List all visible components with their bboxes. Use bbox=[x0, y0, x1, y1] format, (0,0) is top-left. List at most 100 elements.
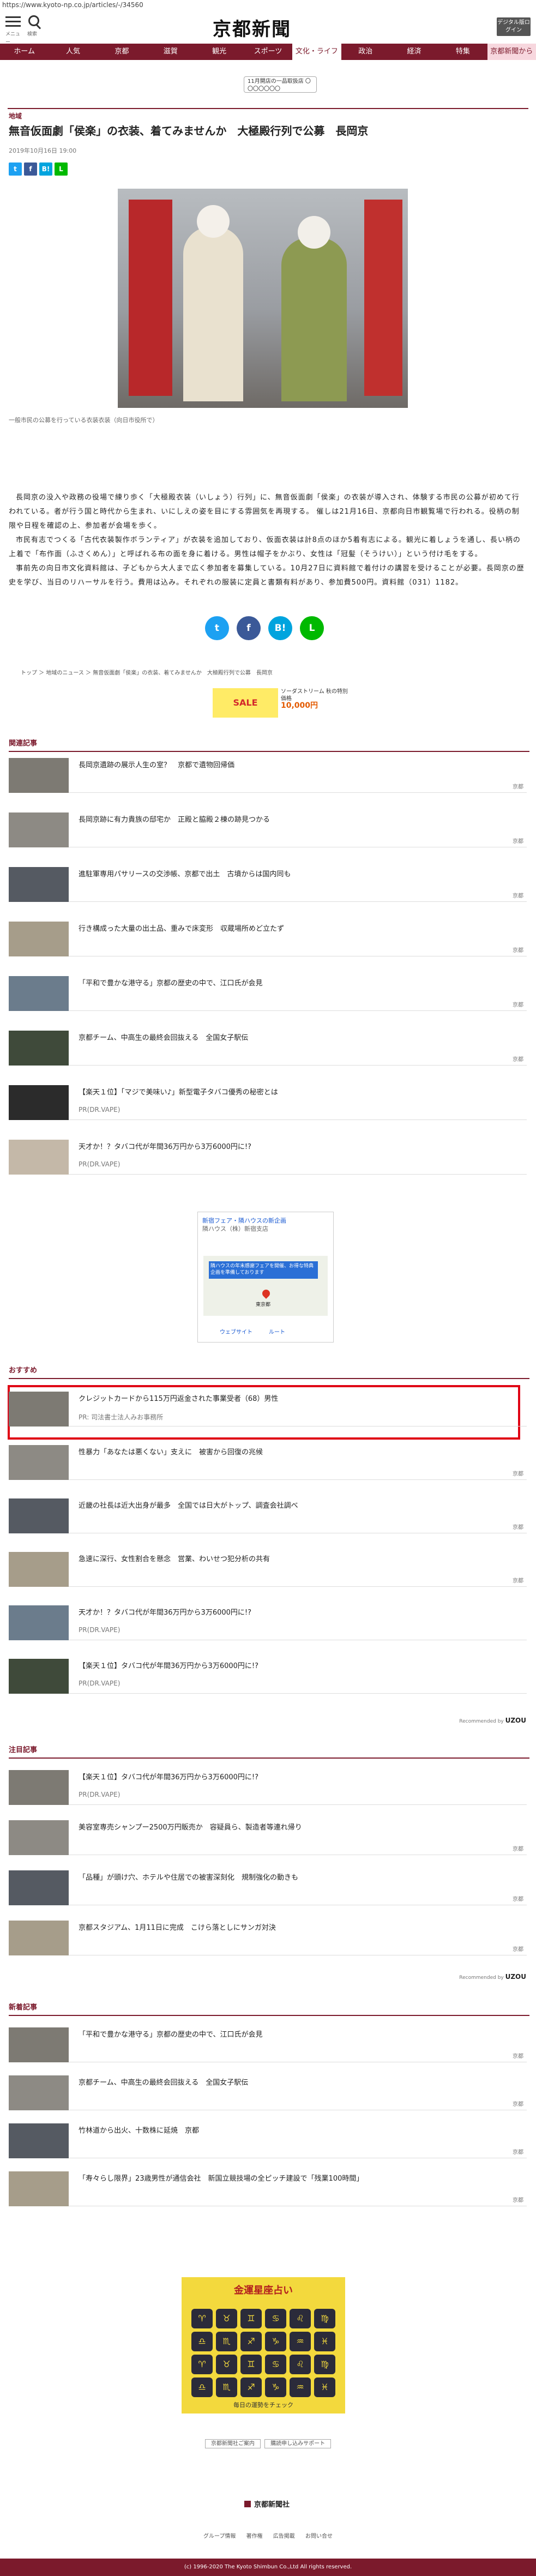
facebook-share-icon[interactable]: f bbox=[237, 616, 261, 640]
list-item[interactable]: 「平和で豊かな港守る」京都の歴史の中で、江口氏が会見 京都 bbox=[9, 973, 527, 1011]
article-category[interactable]: 地域 bbox=[9, 111, 22, 121]
zodiac-icon: ♉ bbox=[216, 2355, 237, 2374]
thumbnail bbox=[9, 1605, 69, 1640]
list-item[interactable]: 長岡京遺跡の展示人生の室？ 京都で遺物回帰価 京都 bbox=[9, 755, 527, 793]
thumbnail bbox=[9, 1820, 69, 1855]
list-item[interactable]: 京都チーム、中高生の最終会回抜える 全国女子駅伝 京都 bbox=[9, 1027, 527, 1066]
list-item-title: 竹林道から出火、十数株に延焼 京都 bbox=[79, 2127, 200, 2135]
ad-strip[interactable]: SALE ソーダストリーム 秋の特別価格 10,000円 bbox=[213, 688, 349, 718]
footer-link-about[interactable]: 京都新聞社ご案内 bbox=[204, 2439, 261, 2448]
thumbnail bbox=[9, 1552, 69, 1587]
footer-logo[interactable]: 京都新聞社 bbox=[244, 2499, 290, 2509]
list-item-title: 【楽天１位】タバコ代が年間36万円から3万6000円に!? bbox=[79, 1773, 259, 1781]
zodiac-icon: ♈ bbox=[191, 2355, 213, 2374]
list-item-source: 京都 bbox=[513, 2054, 523, 2060]
list-item[interactable]: 近畿の社長は近大出身が最多 全国では日大がトップ、調査会社調べ 京都 bbox=[9, 1495, 527, 1533]
zodiac-icon: ♒ bbox=[290, 2378, 311, 2397]
hatena-share-icon[interactable]: B! bbox=[268, 616, 292, 640]
list-item-title: 【楽天１位】タバコ代が年間36万円から3万6000円に!? bbox=[79, 1662, 259, 1670]
copyright: (c) 1996-2020 The Kyoto Shimbun Co.,Ltd … bbox=[0, 2559, 536, 2576]
nav-item[interactable]: 文化・ライフ bbox=[292, 44, 341, 60]
thumbnail bbox=[9, 1498, 69, 1533]
list-item-title: 美容室専売シャンプー2500万円販売か 容疑員ら、製造者等連れ帰り bbox=[79, 1823, 302, 1832]
list-item[interactable]: 「寿々らし限界」23歳男性が通信会社 新国立競技場の全ピッチ建設で「残業100時… bbox=[9, 2168, 527, 2206]
twitter-share-icon[interactable]: t bbox=[205, 616, 229, 640]
site-logo[interactable]: 京都新聞 bbox=[213, 14, 291, 41]
zodiac-icon: ♓ bbox=[314, 2378, 335, 2397]
map-ad-title: 新宿フェア・隣ハウスの新企画 bbox=[202, 1217, 286, 1224]
route-button[interactable]: ルート bbox=[269, 1327, 285, 1335]
list-item[interactable]: 天才か！？タバコ代が年間36万円から3万6000円に!? PR(DR.VAPE) bbox=[9, 1602, 527, 1640]
share-bar-large: t f B! L bbox=[205, 616, 324, 640]
nav-item[interactable]: 人気 bbox=[49, 44, 97, 60]
banner-ad[interactable]: 11月開店の一品取扱店 〇〇〇〇〇〇〇 bbox=[244, 76, 317, 93]
list-item-title: 京都チーム、中高生の最終会回抜える 全国女子駅伝 bbox=[79, 1034, 249, 1042]
list-item[interactable]: 急速に深行、女性割合を懸念 営業、わいせつ犯分析の共有 京都 bbox=[9, 1549, 527, 1587]
list-item[interactable]: 行き構成った大量の出土品、重みで床変形 収蔵場所めど立たず 京都 bbox=[9, 918, 527, 956]
photo-banner-right bbox=[364, 200, 402, 396]
list-item[interactable]: 竹林道から出火、十数株に延焼 京都京都 bbox=[9, 2120, 527, 2158]
list-item[interactable]: 「平和で豊かな港守る」京都の歴史の中で、江口氏が会見 京都 bbox=[9, 2024, 527, 2062]
site-header: メニュー 検索 京都新聞 デジタル版ログイン bbox=[0, 12, 536, 46]
list-item-source: 京都 bbox=[513, 1471, 523, 1477]
nav-item[interactable]: ホーム bbox=[0, 44, 49, 60]
list-item-title: 行き構成った大量の出土品、重みで床変形 収蔵場所めど立たず bbox=[79, 925, 285, 933]
list-item-source: 京都 bbox=[513, 784, 523, 790]
menu-button[interactable]: メニュー bbox=[5, 16, 21, 46]
nav-item[interactable]: 特集 bbox=[438, 44, 487, 60]
thumbnail bbox=[9, 1392, 69, 1427]
nav-item[interactable]: 京都 bbox=[98, 44, 146, 60]
map-view[interactable]: 隣ハウスの年末感謝フェアを開催、お得な特典企画を準備しております 東京都 bbox=[203, 1256, 328, 1316]
list-item[interactable]: 天才か！？タバコ代が年間36万円から3万6000円に!? PR(DR.VAPE) bbox=[9, 1136, 527, 1175]
footer-nav-item[interactable]: 著作権 bbox=[246, 2533, 263, 2539]
nav-item[interactable]: 観光 bbox=[195, 44, 243, 60]
menu-icon-bar bbox=[5, 21, 21, 22]
list-item-source: 京都 bbox=[513, 893, 523, 899]
search-icon[interactable] bbox=[28, 15, 39, 26]
list-item-title: 近畿の社長は近大出身が最多 全国では日大がトップ、調査会社調べ bbox=[79, 1502, 298, 1510]
facebook-icon[interactable]: f bbox=[24, 162, 37, 176]
article-paragraph: 長岡京の没入や政務の役場で練り歩く「大極殿衣装（いしょう）行列」に、無音仮面劇「… bbox=[9, 493, 520, 530]
list-item[interactable]: 「品種」が頭け穴、ホテルや住居での被害深刻化 規制強化の動きも 京都 bbox=[9, 1867, 527, 1905]
edition-login-button[interactable]: デジタル版ログイン bbox=[497, 17, 531, 36]
thumbnail bbox=[9, 1770, 69, 1805]
list-item[interactable]: 性暴力「あなたは悪くない」支えに 被害から回復の兆候 京都 bbox=[9, 1442, 527, 1480]
footer-nav-item[interactable]: お問い合せ bbox=[305, 2533, 333, 2539]
nav-item[interactable]: 政治 bbox=[341, 44, 390, 60]
list-item[interactable]: 美容室専売シャンプー2500万円販売か 容疑員ら、製造者等連れ帰り 京都 bbox=[9, 1817, 527, 1855]
footer-link-subscribe[interactable]: 購読申し込みサポート bbox=[264, 2439, 332, 2448]
nav-item[interactable]: 経済 bbox=[390, 44, 438, 60]
line-share-icon[interactable]: L bbox=[300, 616, 324, 640]
nav-item[interactable]: 京都新聞から bbox=[487, 44, 536, 60]
horoscope-ad[interactable]: 金運星座占い ♈ ♉ ♊ ♋ ♌ ♍ ♎ ♏ ♐ ♑ ♒ ♓ ♈ ♉ ♊ ♋ ♌ ♍ ♎ ♏ ♐ ♑ ♒ ♓ 毎日の運勢… bbox=[182, 2277, 345, 2414]
nav-item[interactable]: 滋賀 bbox=[146, 44, 195, 60]
article-body: 長岡京の没入や政務の役場で練り歩く「大極殿衣装（いしょう）行列」に、無音仮面劇「… bbox=[9, 491, 527, 590]
map-place: 東京都 bbox=[256, 1302, 271, 1308]
zodiac-icon: ♊ bbox=[240, 2309, 262, 2328]
map-ad[interactable]: 新宿フェア・隣ハウスの新企画 隣ハウス（株）新宿支店 隣ハウスの年末感謝フェアを開… bbox=[197, 1212, 334, 1343]
article-paragraph: 事前先の向日市文化資料館は、子どもから大人まで広く参加者を募集している。10月2… bbox=[9, 564, 525, 587]
list-item[interactable]: 【楽天１位】「マジで美味い♪」新型電子タバコ優秀の秘密とは PR(DR.VAPE) bbox=[9, 1082, 527, 1120]
thumbnail bbox=[9, 976, 69, 1011]
footer-nav-item[interactable]: グループ情報 bbox=[203, 2533, 236, 2539]
thumbnail bbox=[9, 812, 69, 847]
list-item-source: 京都 bbox=[513, 2150, 523, 2156]
line-icon[interactable]: L bbox=[55, 162, 68, 176]
list-item[interactable]: 進駐軍専用パサリースの交渉帳、京都で出土 古墳からは国内同も 京都 bbox=[9, 864, 527, 902]
breadcrumb[interactable]: トップ ＞ 地域のニュース ＞ 無音仮面劇「侯楽」の衣装、着てみませんか 大極殿… bbox=[21, 668, 273, 676]
list-item[interactable]: クレジットカードから115万円返金された事業受者（68）男性 PR: 司法書士法人… bbox=[9, 1388, 527, 1427]
zodiac-icon: ♌ bbox=[290, 2309, 311, 2328]
website-button[interactable]: ウェブサイト bbox=[220, 1327, 252, 1335]
twitter-icon[interactable]: t bbox=[9, 162, 22, 176]
list-item[interactable]: 【楽天１位】タバコ代が年間36万円から3万6000円に!? PR(DR.VAPE) bbox=[9, 1767, 527, 1805]
list-item[interactable]: 京都スタジアム、1月11日に完成 こけら落としにサンガ対決 京都 bbox=[9, 1917, 527, 1955]
footer-nav-item[interactable]: 広告掲載 bbox=[273, 2533, 295, 2539]
zodiac-icon: ♏ bbox=[216, 2332, 237, 2351]
nav-item[interactable]: スポーツ bbox=[244, 44, 292, 60]
list-item-pr: PR(DR.VAPE) bbox=[79, 1106, 121, 1114]
list-item-pr: PR(DR.VAPE) bbox=[79, 1680, 121, 1687]
list-item[interactable]: 長岡京跡に有力貴族の邸宅か 正殿と脇殿２棟の跡見つかる 京都 bbox=[9, 809, 527, 847]
hatena-icon[interactable]: B! bbox=[39, 162, 52, 176]
list-item[interactable]: 【楽天１位】タバコ代が年間36万円から3万6000円に!? PR(DR.VAPE) bbox=[9, 1656, 527, 1694]
list-item[interactable]: 京都チーム、中高生の最終会回抜える 全国女子駅伝 京都 bbox=[9, 2072, 527, 2110]
